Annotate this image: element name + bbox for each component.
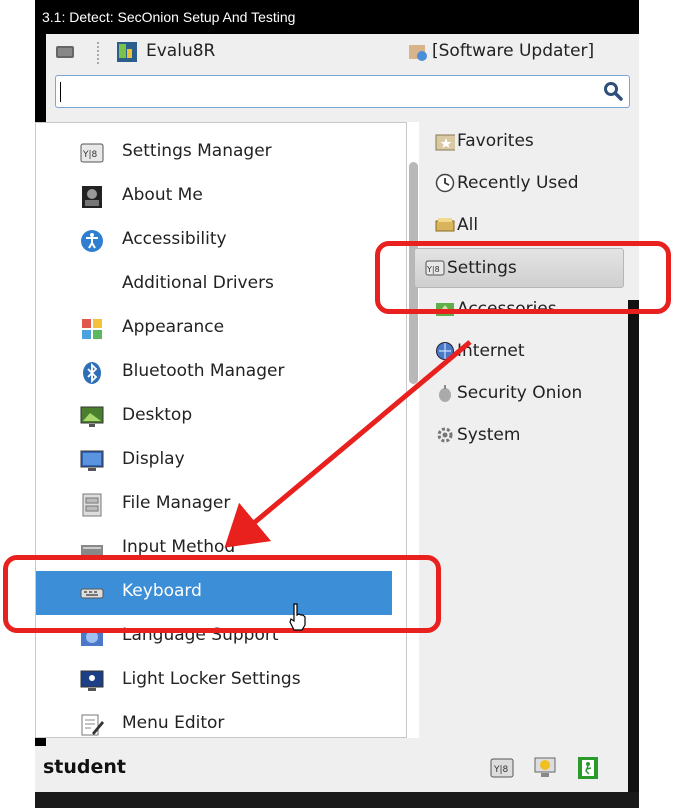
window-edge <box>628 300 639 800</box>
category-all[interactable]: All <box>423 206 639 246</box>
window-title: 3.1: Detect: SecOnion Setup And Testing <box>35 0 639 34</box>
app-item-appearance[interactable]: Appearance <box>36 307 392 351</box>
category-label: Recently Used <box>457 173 579 193</box>
accessibility-icon <box>81 230 103 252</box>
svg-text:Y|8: Y|8 <box>493 765 509 775</box>
category-system[interactable]: System <box>423 416 639 456</box>
category-favorites[interactable]: Favorites <box>423 122 639 162</box>
app-item-file-manager[interactable]: File Manager <box>36 483 392 527</box>
display-icon <box>80 450 104 471</box>
category-accessories[interactable]: Accessories <box>423 290 639 330</box>
app-item-display[interactable]: Display <box>36 439 392 483</box>
input-method-icon <box>81 545 103 555</box>
app-item-label: Additional Drivers <box>122 273 274 293</box>
hand-cursor-icon <box>289 603 306 631</box>
app-item-label: Appearance <box>122 317 225 337</box>
category-label: Security Onion <box>457 383 583 403</box>
language-icon <box>81 628 103 646</box>
taskbar-edge <box>35 792 639 808</box>
lock-screen-icon[interactable] <box>532 755 558 781</box>
app-item-bluetooth-manager[interactable]: Bluetooth Manager <box>36 351 392 395</box>
app-item-settings-manager[interactable]: Y|8 Settings Manager <box>36 131 392 175</box>
app-item-additional-drivers[interactable]: Additional Drivers <box>36 263 392 307</box>
app-window: 3.1: Detect: SecOnion Setup And Testing … <box>35 0 639 808</box>
app-item-light-locker-settings[interactable]: Light Locker Settings <box>36 659 392 703</box>
app-item-input-method[interactable]: Input Method <box>36 527 392 571</box>
internet-icon <box>436 342 454 360</box>
security-onion-icon <box>439 385 451 402</box>
app-item-language-support[interactable]: Language Support <box>36 615 392 659</box>
svg-text:Y|8: Y|8 <box>426 265 440 274</box>
app-item-desktop[interactable]: Desktop <box>36 395 392 439</box>
category-label: Settings <box>447 258 517 278</box>
menu-footer: student Y|8 <box>35 746 639 792</box>
whisker-menu: Evalu8R [Software Updater] Y|8 Settings M… <box>35 34 639 792</box>
app-item-about-me[interactable]: About Me <box>36 175 392 219</box>
application-list-scrollbar[interactable] <box>407 122 419 738</box>
evalu8r-icon[interactable] <box>116 41 138 63</box>
category-label: All <box>457 215 479 235</box>
desktop-launcher-icon[interactable] <box>54 41 76 63</box>
keyboard-icon <box>80 588 104 599</box>
svg-text:Y|8: Y|8 <box>82 150 98 160</box>
about-me-icon <box>82 186 102 208</box>
category-label: Favorites <box>457 131 534 151</box>
app-item-label: File Manager <box>122 493 231 513</box>
favorites-icon <box>435 134 455 151</box>
evalu8r-launcher[interactable]: Evalu8R <box>146 41 215 61</box>
category-recently-used[interactable]: Recently Used <box>423 164 639 204</box>
log-out-icon[interactable] <box>575 755 601 781</box>
app-item-accessibility[interactable]: Accessibility <box>36 219 392 263</box>
app-item-label: Keyboard <box>122 581 202 601</box>
settings-manager-icon[interactable]: Y|8 <box>489 755 515 781</box>
app-item-label: Accessibility <box>122 229 227 249</box>
software-updater-launcher[interactable]: [Software Updater] <box>432 41 594 61</box>
app-item-label: Menu Editor <box>122 713 225 733</box>
app-item-label: Language Support <box>122 625 279 645</box>
app-item-menu-editor[interactable]: Menu Editor <box>36 703 392 737</box>
desktop-icon <box>80 406 104 427</box>
recent-icon <box>435 173 455 193</box>
app-item-label: Input Method <box>122 537 236 557</box>
file-manager-icon <box>82 493 102 517</box>
app-item-label: About Me <box>122 185 203 205</box>
username: student <box>43 756 127 778</box>
search-box[interactable] <box>55 75 630 108</box>
bluetooth-icon <box>83 362 101 384</box>
app-item-keyboard[interactable]: Keyboard <box>36 571 392 615</box>
app-item-label: Settings Manager <box>122 141 272 161</box>
application-list: Y|8 Settings Manager About Me Accessibility… <box>35 122 407 738</box>
category-label: Accessories <box>457 299 557 319</box>
app-item-label: Bluetooth Manager <box>122 361 285 381</box>
category-security-onion[interactable]: Security Onion <box>423 374 639 414</box>
all-icon <box>435 218 455 232</box>
software-updater-icon[interactable] <box>407 41 429 63</box>
accessories-icon <box>436 303 454 316</box>
light-locker-icon <box>80 670 104 691</box>
category-internet[interactable]: Internet <box>423 332 639 372</box>
app-item-label: Light Locker Settings <box>122 669 301 689</box>
menu-editor-icon <box>81 714 104 736</box>
category-settings[interactable]: Y|8 Settings <box>414 248 624 288</box>
app-item-label: Display <box>122 449 185 469</box>
toolbar-separator <box>97 42 101 64</box>
system-icon <box>437 427 453 443</box>
text-caret <box>60 82 61 102</box>
search-input[interactable] <box>62 80 586 104</box>
app-item-label: Desktop <box>122 405 193 425</box>
appearance-icon <box>82 319 102 339</box>
search-icon[interactable] <box>603 81 623 101</box>
menu-topbar: Evalu8R [Software Updater] <box>46 34 639 74</box>
category-label: Internet <box>457 341 525 361</box>
settings-manager-icon: Y|8 <box>80 143 104 163</box>
category-label: System <box>457 425 521 445</box>
settings-icon: Y|8 <box>425 260 445 276</box>
